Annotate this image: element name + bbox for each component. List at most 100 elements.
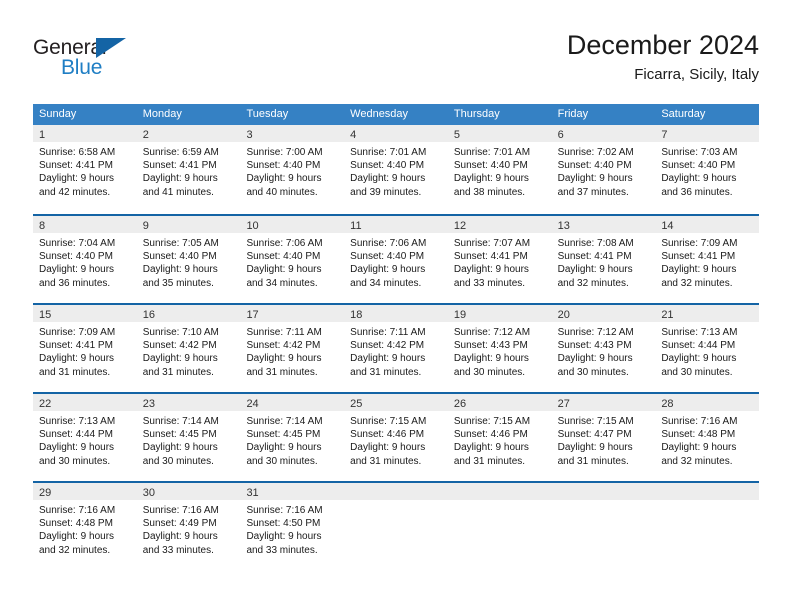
day-cell[interactable]: 19 Sunrise: 7:12 AM Sunset: 4:43 PM Dayl… — [447, 305, 552, 392]
day-cell[interactable]: 15 Sunrise: 7:09 AM Sunset: 4:41 PM Dayl… — [33, 305, 137, 392]
day-number-band: 9 — [136, 216, 241, 233]
day-number: 25 — [350, 398, 363, 410]
daylight-text-line2: and 41 minutes. — [142, 186, 214, 198]
day-details: Sunrise: 7:11 AM Sunset: 4:42 PM Dayligh… — [344, 322, 448, 379]
sunset-text: Sunset: 4:47 PM — [557, 429, 632, 441]
day-cell[interactable]: 1 Sunrise: 6:58 AM Sunset: 4:41 PM Dayli… — [33, 125, 137, 214]
day-cell[interactable]: 6 Sunrise: 7:02 AM Sunset: 4:40 PM Dayli… — [551, 125, 656, 214]
day-number: 1 — [39, 129, 46, 141]
sunset-text: Sunset: 4:40 PM — [350, 251, 425, 263]
day-cell[interactable]: 31 Sunrise: 7:16 AM Sunset: 4:50 PM Dayl… — [240, 483, 345, 570]
day-cell[interactable]: 23 Sunrise: 7:14 AM Sunset: 4:45 PM Dayl… — [136, 394, 241, 481]
day-cell[interactable]: 14 Sunrise: 7:09 AM Sunset: 4:41 PM Dayl… — [655, 216, 760, 303]
day-number-band: 10 — [240, 216, 345, 233]
day-number-band: 22 — [33, 394, 137, 411]
sunset-text: Sunset: 4:40 PM — [661, 160, 736, 172]
logo-text-blue: Blue — [61, 56, 103, 79]
day-details: Sunrise: 7:13 AM Sunset: 4:44 PM Dayligh… — [33, 411, 137, 468]
daylight-text-line2: and 33 minutes. — [246, 544, 318, 556]
day-cell[interactable]: 22 Sunrise: 7:13 AM Sunset: 4:44 PM Dayl… — [33, 394, 137, 481]
day-cell[interactable]: 5 Sunrise: 7:01 AM Sunset: 4:40 PM Dayli… — [447, 125, 552, 214]
weekday-header-sunday: Sunday — [39, 108, 77, 120]
day-number-band: 24 — [240, 394, 345, 411]
daylight-text-line1: Daylight: 9 hours — [39, 442, 115, 454]
day-cell[interactable]: 4 Sunrise: 7:01 AM Sunset: 4:40 PM Dayli… — [344, 125, 448, 214]
day-cell[interactable]: 27 Sunrise: 7:15 AM Sunset: 4:47 PM Dayl… — [551, 394, 656, 481]
day-number: 9 — [142, 220, 149, 232]
day-cell[interactable]: 30 Sunrise: 7:16 AM Sunset: 4:49 PM Dayl… — [136, 483, 241, 570]
daylight-text-line2: and 30 minutes. — [453, 366, 526, 378]
daylight-text-line2: and 40 minutes. — [246, 186, 318, 198]
sunrise-text: Sunrise: 7:12 AM — [453, 327, 531, 338]
day-cell-empty — [447, 483, 552, 570]
day-cell-empty — [655, 483, 760, 570]
day-cell[interactable]: 25 Sunrise: 7:15 AM Sunset: 4:46 PM Dayl… — [344, 394, 448, 481]
day-details: Sunrise: 7:03 AM Sunset: 4:40 PM Dayligh… — [655, 142, 759, 199]
day-cell[interactable]: 18 Sunrise: 7:11 AM Sunset: 4:42 PM Dayl… — [344, 305, 448, 392]
day-number-band: 7 — [655, 125, 760, 142]
day-cell[interactable]: 12 Sunrise: 7:07 AM Sunset: 4:41 PM Dayl… — [447, 216, 552, 303]
sunrise-text: Sunrise: 7:06 AM — [246, 238, 323, 249]
sunset-text: Sunset: 4:49 PM — [142, 518, 217, 530]
daylight-text-line2: and 34 minutes. — [246, 277, 318, 289]
sunset-text: Sunset: 4:43 PM — [557, 340, 632, 352]
daylight-text-line1: Daylight: 9 hours — [142, 531, 218, 543]
sunrise-text: Sunrise: 7:04 AM — [39, 238, 116, 249]
day-number-band: 17 — [240, 305, 345, 322]
day-cell[interactable]: 17 Sunrise: 7:11 AM Sunset: 4:42 PM Dayl… — [240, 305, 345, 392]
day-cell[interactable]: 20 Sunrise: 7:12 AM Sunset: 4:43 PM Dayl… — [551, 305, 656, 392]
day-cell[interactable]: 13 Sunrise: 7:08 AM Sunset: 4:41 PM Dayl… — [551, 216, 656, 303]
sunset-text: Sunset: 4:42 PM — [142, 340, 217, 352]
sunrise-text: Sunrise: 7:09 AM — [39, 327, 116, 338]
day-cell[interactable]: 9 Sunrise: 7:05 AM Sunset: 4:40 PM Dayli… — [136, 216, 241, 303]
day-cell[interactable]: 7 Sunrise: 7:03 AM Sunset: 4:40 PM Dayli… — [655, 125, 760, 214]
day-cell[interactable]: 8 Sunrise: 7:04 AM Sunset: 4:40 PM Dayli… — [33, 216, 137, 303]
day-cell[interactable]: 16 Sunrise: 7:10 AM Sunset: 4:42 PM Dayl… — [136, 305, 241, 392]
sunset-text: Sunset: 4:41 PM — [142, 160, 217, 172]
day-number-band: 18 — [344, 305, 448, 322]
day-details: Sunrise: 7:12 AM Sunset: 4:43 PM Dayligh… — [448, 322, 552, 379]
day-cell[interactable]: 10 Sunrise: 7:06 AM Sunset: 4:40 PM Dayl… — [240, 216, 345, 303]
day-number-band: 25 — [344, 394, 448, 411]
day-details: Sunrise: 7:10 AM Sunset: 4:42 PM Dayligh… — [137, 322, 241, 379]
day-cell[interactable]: 11 Sunrise: 7:06 AM Sunset: 4:40 PM Dayl… — [344, 216, 448, 303]
day-number-band: 15 — [33, 305, 137, 322]
sunrise-text: Sunrise: 7:15 AM — [453, 416, 531, 427]
day-cell[interactable]: 24 Sunrise: 7:14 AM Sunset: 4:45 PM Dayl… — [240, 394, 345, 481]
day-cell[interactable]: 2 Sunrise: 6:59 AM Sunset: 4:41 PM Dayli… — [136, 125, 241, 214]
sunset-text: Sunset: 4:48 PM — [39, 518, 113, 530]
day-cell[interactable]: 21 Sunrise: 7:13 AM Sunset: 4:44 PM Dayl… — [655, 305, 760, 392]
sunrise-text: Sunrise: 7:10 AM — [142, 327, 219, 338]
daylight-text-line1: Daylight: 9 hours — [350, 353, 426, 365]
day-number-band: 28 — [655, 394, 760, 411]
day-number: 10 — [246, 220, 259, 232]
day-number: 24 — [246, 398, 259, 410]
day-cell[interactable]: 29 Sunrise: 7:16 AM Sunset: 4:48 PM Dayl… — [33, 483, 137, 570]
sunset-text: Sunset: 4:40 PM — [350, 160, 425, 172]
day-number-band: 14 — [655, 216, 760, 233]
day-number-band: 31 — [240, 483, 345, 500]
sunset-text: Sunset: 4:41 PM — [557, 251, 632, 263]
daylight-text-line2: and 36 minutes. — [39, 277, 111, 289]
day-number: 15 — [39, 309, 52, 321]
day-number-band: 8 — [33, 216, 137, 233]
daylight-text-line1: Daylight: 9 hours — [557, 442, 633, 454]
day-cell[interactable]: 26 Sunrise: 7:15 AM Sunset: 4:46 PM Dayl… — [447, 394, 552, 481]
sunrise-text: Sunrise: 7:00 AM — [246, 147, 323, 158]
daylight-text-line1: Daylight: 9 hours — [246, 264, 322, 276]
day-number: 7 — [661, 129, 668, 141]
day-number: 27 — [557, 398, 570, 410]
daylight-text-line1: Daylight: 9 hours — [350, 264, 426, 276]
day-number-band: 30 — [136, 483, 241, 500]
day-details: Sunrise: 7:15 AM Sunset: 4:46 PM Dayligh… — [344, 411, 448, 468]
day-details: Sunrise: 7:16 AM Sunset: 4:48 PM Dayligh… — [655, 411, 759, 468]
day-cell[interactable]: 28 Sunrise: 7:16 AM Sunset: 4:48 PM Dayl… — [655, 394, 760, 481]
daylight-text-line2: and 38 minutes. — [453, 186, 526, 198]
sunset-text: Sunset: 4:50 PM — [246, 518, 321, 530]
sunrise-text: Sunrise: 7:16 AM — [39, 505, 116, 516]
day-number-band: 19 — [447, 305, 552, 322]
day-cell[interactable]: 3 Sunrise: 7:00 AM Sunset: 4:40 PM Dayli… — [240, 125, 345, 214]
daylight-text-line1: Daylight: 9 hours — [661, 442, 737, 454]
daylight-text-line1: Daylight: 9 hours — [661, 353, 737, 365]
general-blue-logo[interactable]: General Blue — [33, 36, 213, 90]
